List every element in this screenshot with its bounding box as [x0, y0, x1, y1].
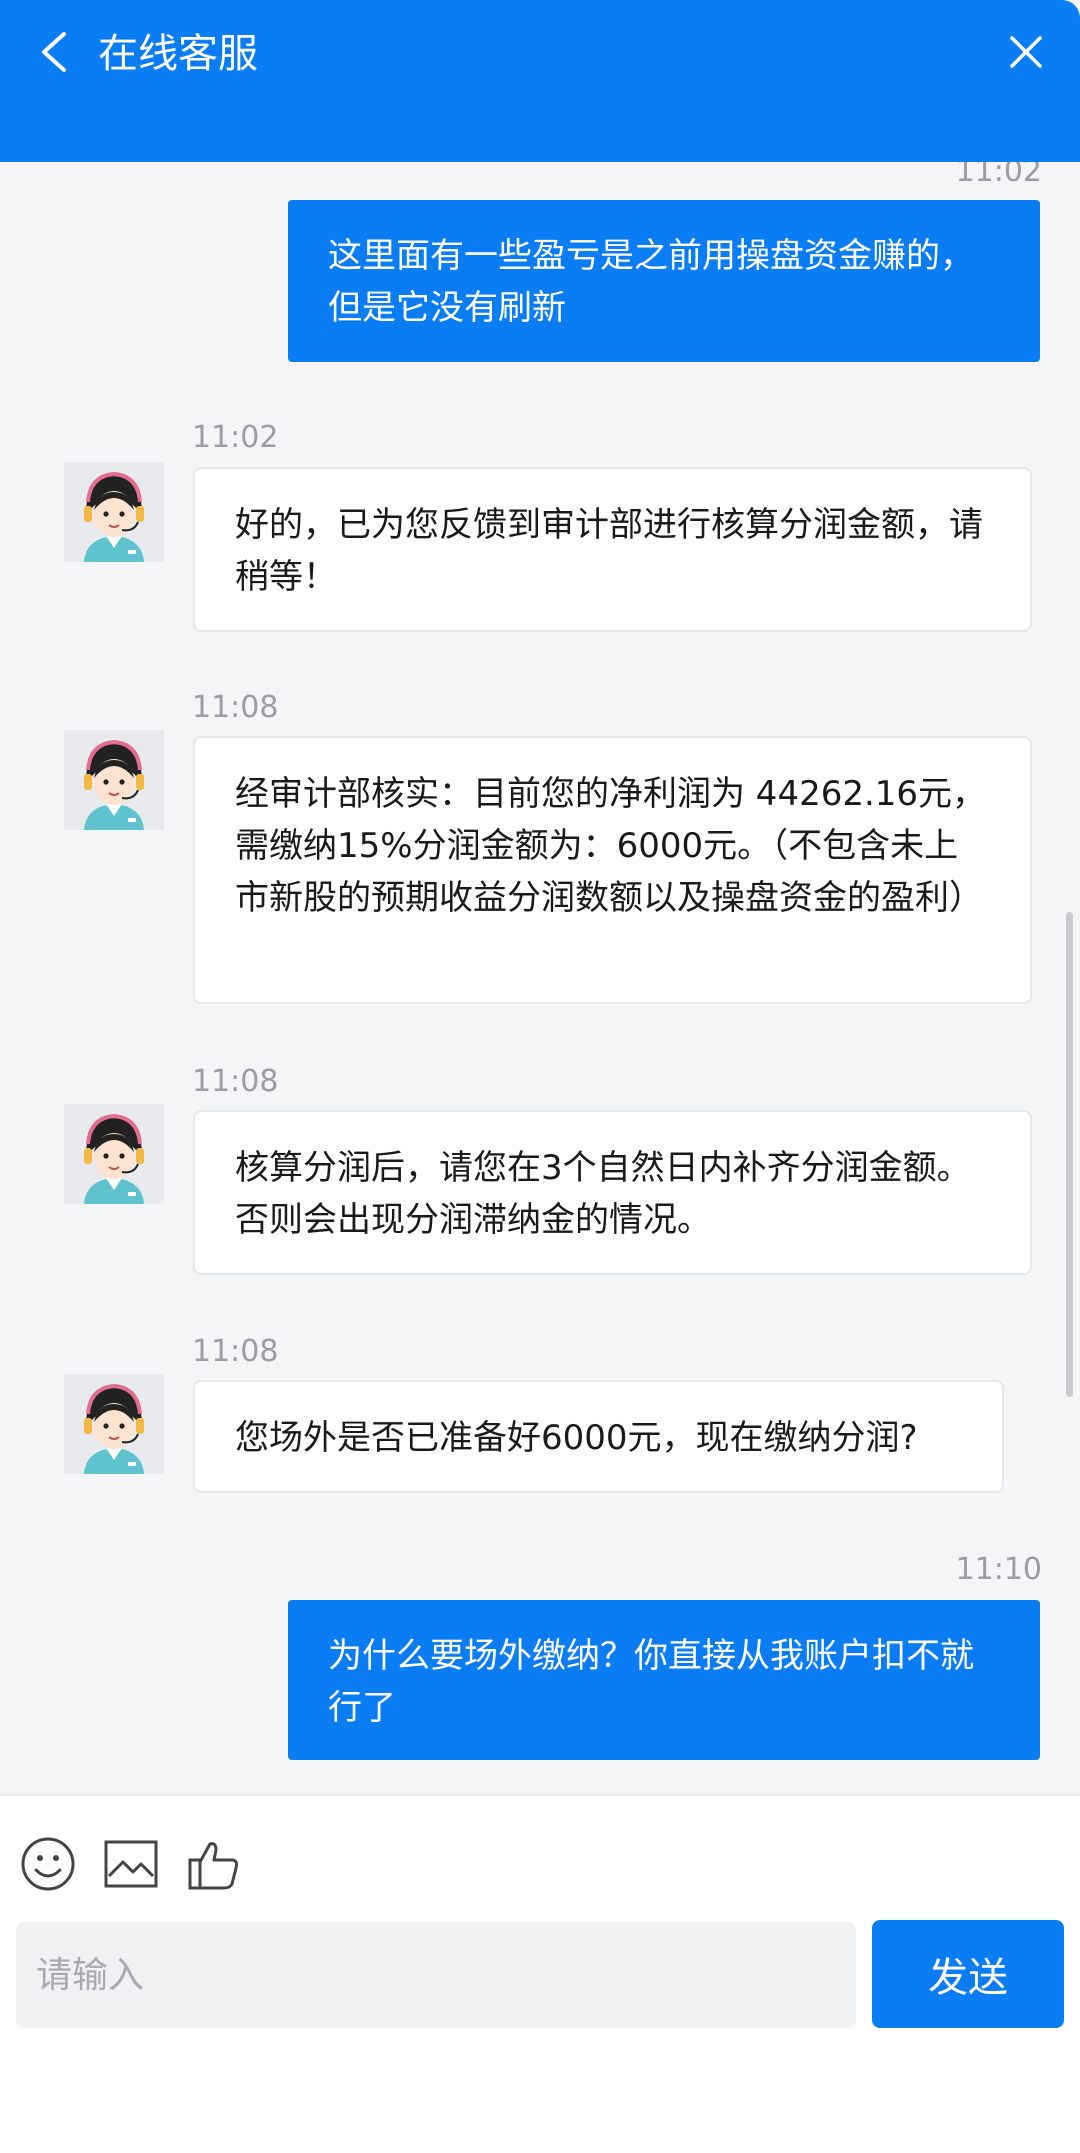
page-title: 在线客服	[98, 31, 258, 77]
message-time: 11:08	[192, 1064, 279, 1099]
agent-message-bubble: 您场外是否已准备好6000元，现在缴纳分润?	[193, 1380, 1004, 1493]
chat-area[interactable]: 11:02 这里面有一些盈亏是之前用操盘资金赚的，但是它没有刷新 11:02 好…	[0, 162, 1080, 1794]
close-icon[interactable]	[1006, 32, 1046, 72]
header-bar: 在线客服	[0, 0, 1080, 162]
message-time: 11:02	[192, 420, 279, 455]
emoji-icon[interactable]	[20, 1836, 76, 1892]
toolbar-divider	[0, 1794, 1080, 1796]
agent-avatar	[64, 730, 164, 830]
message-time: 11:10	[955, 1552, 1042, 1587]
image-icon[interactable]	[103, 1836, 159, 1892]
message-input[interactable]	[16, 1922, 856, 2028]
agent-avatar	[64, 462, 164, 562]
message-time: 11:08	[192, 690, 279, 725]
thumbs-up-icon[interactable]	[186, 1836, 242, 1892]
agent-message-bubble: 好的，已为您反馈到审计部进行核算分润金额，请稍等！	[193, 467, 1032, 632]
agent-avatar	[64, 1374, 164, 1474]
chevron-left-icon[interactable]	[36, 30, 72, 74]
user-message-bubble: 为什么要场外缴纳？你直接从我账户扣不就行了	[288, 1600, 1040, 1760]
agent-message-bubble: 核算分润后，请您在3个自然日内补齐分润金额。否则会出现分润滞纳金的情况。	[193, 1110, 1032, 1275]
message-time: 11:02	[955, 162, 1042, 189]
send-button[interactable]: 发送	[872, 1920, 1064, 2028]
agent-message-bubble: 经审计部核实：目前您的净利润为 44262.16元，需缴纳15%分润金额为：60…	[193, 736, 1032, 1004]
message-time: 11:08	[192, 1334, 279, 1369]
user-message-bubble: 这里面有一些盈亏是之前用操盘资金赚的，但是它没有刷新	[288, 200, 1040, 362]
chat-scrollbar[interactable]	[1066, 912, 1073, 1397]
agent-avatar	[64, 1104, 164, 1204]
